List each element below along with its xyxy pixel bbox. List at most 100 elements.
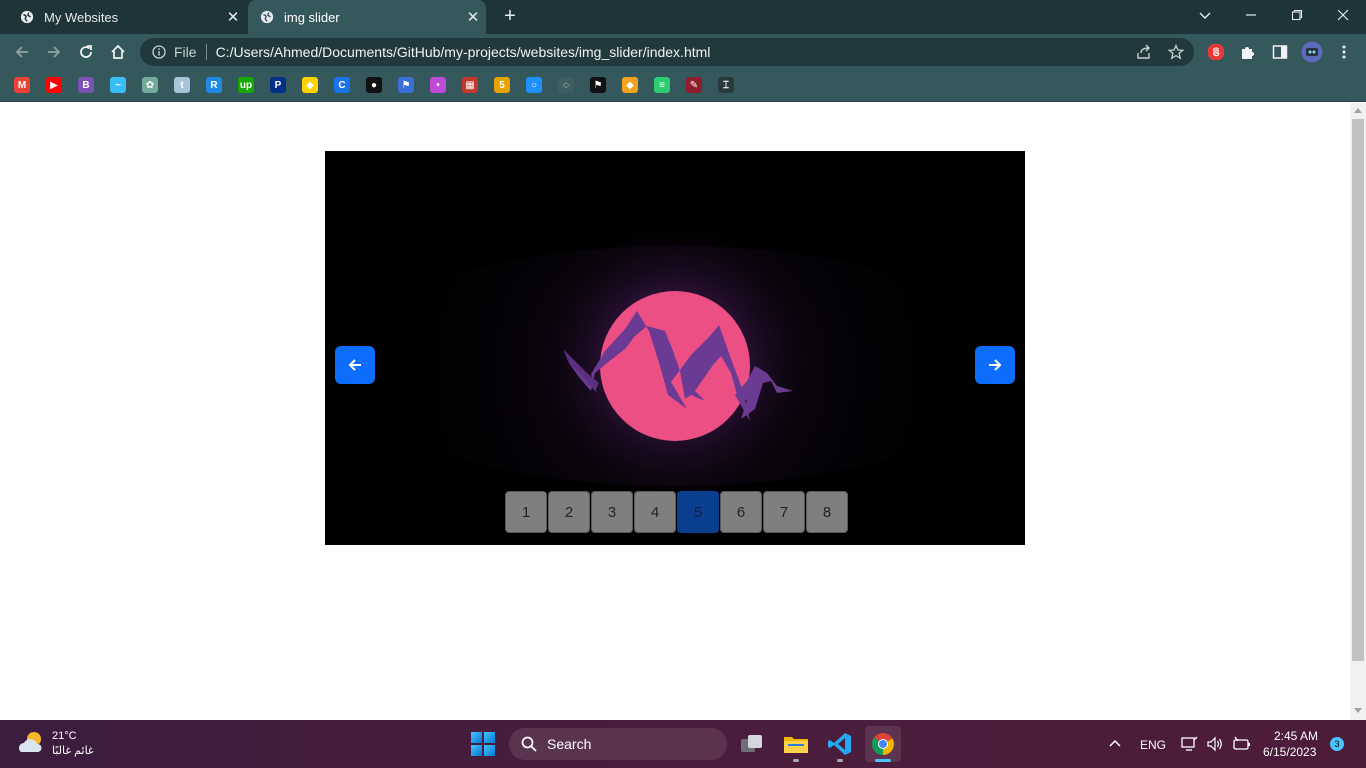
avatar (1301, 41, 1323, 63)
previous-slide-button[interactable] (335, 346, 375, 384)
share-button[interactable] (1132, 38, 1156, 66)
volume-icon (1207, 736, 1222, 752)
lines-icon[interactable]: ≡ (654, 77, 670, 93)
info-icon[interactable] (152, 45, 166, 59)
next-slide-button[interactable] (975, 346, 1015, 384)
profile-button[interactable] (1300, 40, 1324, 64)
slide-page-button[interactable]: 5 (677, 491, 719, 533)
arrow-left-icon (15, 46, 28, 58)
star-icon (1168, 44, 1184, 60)
extension-adblock[interactable] (1204, 40, 1228, 64)
scrollbar-thumb[interactable] (1352, 119, 1364, 661)
side-panel-button[interactable] (1268, 40, 1292, 64)
github-icon[interactable]: ● (366, 77, 382, 93)
folder-icon (784, 737, 808, 753)
upwork-icon[interactable]: up (238, 77, 254, 93)
slide-page-button[interactable]: 2 (548, 491, 590, 533)
task-view-icon (741, 735, 762, 752)
circle-icon[interactable]: ○ (526, 77, 542, 93)
address-bar[interactable]: File C:/Users/Ahmed/Documents/GitHub/my-… (140, 38, 1194, 66)
slide-page-button[interactable]: 7 (763, 491, 805, 533)
bookmark-star-button[interactable] (1164, 38, 1188, 66)
chat-icon[interactable]: • (430, 77, 446, 93)
system-tray-icons[interactable] (1180, 735, 1252, 753)
windows-logo-tile (484, 745, 495, 756)
globe-icon (20, 10, 34, 24)
slide-image (325, 151, 1025, 545)
tab-search-button[interactable] (1182, 0, 1228, 30)
weather-widget[interactable]: 21°C غائم غالبًا (16, 728, 94, 758)
tab-my-websites[interactable]: My Websites ✕ (8, 0, 246, 34)
slide-page-button[interactable]: 8 (806, 491, 848, 533)
slide-page-button[interactable]: 1 (505, 491, 547, 533)
chrome-button[interactable] (865, 726, 901, 762)
network-icon (1181, 736, 1198, 751)
forward-button[interactable] (42, 40, 66, 64)
new-tab-button[interactable]: + (498, 4, 522, 28)
home-icon (111, 44, 125, 59)
pen-icon[interactable]: ✎ (686, 77, 702, 93)
c-icon[interactable]: C (334, 77, 350, 93)
taskbar-search[interactable]: Search (509, 728, 727, 760)
slide-page-button[interactable]: 3 (591, 491, 633, 533)
running-indicator (875, 759, 891, 762)
language-indicator[interactable]: ENG (1140, 738, 1166, 752)
gmail-icon[interactable]: M (14, 77, 30, 93)
paypal-icon[interactable]: P (270, 77, 286, 93)
close-tab-icon[interactable]: ✕ (460, 8, 486, 26)
tumblr-icon[interactable]: t (174, 77, 190, 93)
extensions-button[interactable] (1236, 40, 1260, 64)
back-button[interactable] (10, 40, 34, 64)
bookmarks-bar: M ▶ B ~ ✿ t Rup P ◆ C ● ⚑ • ▦ 5 ○ ◌ ⚑ ◆ ≡ ✎ ⌶ (0, 70, 1366, 102)
start-button[interactable] (471, 732, 495, 756)
menu-button[interactable] (1332, 40, 1356, 64)
diamond-icon[interactable]: ◆ (622, 77, 638, 93)
side-panel-icon (1272, 45, 1288, 59)
running-indicator (793, 759, 799, 762)
home-button[interactable] (106, 40, 130, 64)
divider (205, 44, 207, 60)
figma-r-icon[interactable]: R (206, 77, 222, 93)
close-window-button[interactable] (1320, 0, 1366, 30)
image-slider: 12345678 (325, 151, 1025, 545)
minimize-icon (1246, 14, 1256, 16)
blank-icon[interactable]: ◌ (558, 77, 574, 93)
tab-title: img slider (284, 9, 340, 25)
slide-page-button[interactable]: 4 (634, 491, 676, 533)
file-explorer-button[interactable] (778, 726, 814, 762)
url-text[interactable]: C:/Users/Ahmed/Documents/GitHub/my-proje… (216, 44, 711, 60)
bootstrap-icon[interactable]: B (78, 77, 94, 93)
reload-button[interactable] (74, 40, 98, 64)
vertical-scrollbar[interactable] (1350, 103, 1366, 720)
restore-button[interactable] (1274, 0, 1320, 30)
kebab-menu-icon (1342, 45, 1346, 59)
scroll-down-arrow-icon[interactable] (1354, 708, 1362, 713)
show-hidden-icons-button[interactable] (1108, 737, 1122, 756)
flag-icon[interactable]: ⚑ (398, 77, 414, 93)
battery-icon (1233, 736, 1250, 750)
youtube-icon[interactable]: ▶ (46, 77, 62, 93)
tab-title: My Websites (44, 9, 119, 25)
grid-icon[interactable]: ▦ (462, 77, 478, 93)
taskbar: 21°C غائم غالبًا Search ENG 2:45 AM 6/15… (0, 720, 1366, 768)
task-view-button[interactable] (734, 726, 770, 762)
vscode-button[interactable] (822, 726, 858, 762)
five-icon[interactable]: 5 (494, 77, 510, 93)
minimize-button[interactable] (1228, 0, 1274, 30)
close-tab-icon[interactable]: ✕ (220, 8, 246, 26)
scroll-up-arrow-icon[interactable] (1354, 108, 1362, 113)
pennant-icon[interactable]: ⚑ (590, 77, 606, 93)
slide-page-button[interactable]: 6 (720, 491, 762, 533)
chevron-up-icon (1109, 739, 1121, 747)
tab-img-slider[interactable]: img slider ✕ (248, 0, 486, 34)
slide-pagination: 12345678 (505, 491, 848, 533)
chatgpt-icon[interactable]: ✿ (142, 77, 158, 93)
stop-hand-icon (1208, 44, 1224, 60)
clock-time[interactable]: 2:45 AM (1274, 729, 1318, 743)
tailwind-icon[interactable]: ~ (110, 77, 126, 93)
bracket-icon[interactable]: ⌶ (718, 77, 734, 93)
shield-icon[interactable]: ◆ (302, 77, 318, 93)
notification-badge[interactable]: 3 (1330, 737, 1344, 751)
clock-date[interactable]: 6/15/2023 (1263, 745, 1316, 759)
windows-logo-tile (471, 745, 482, 756)
